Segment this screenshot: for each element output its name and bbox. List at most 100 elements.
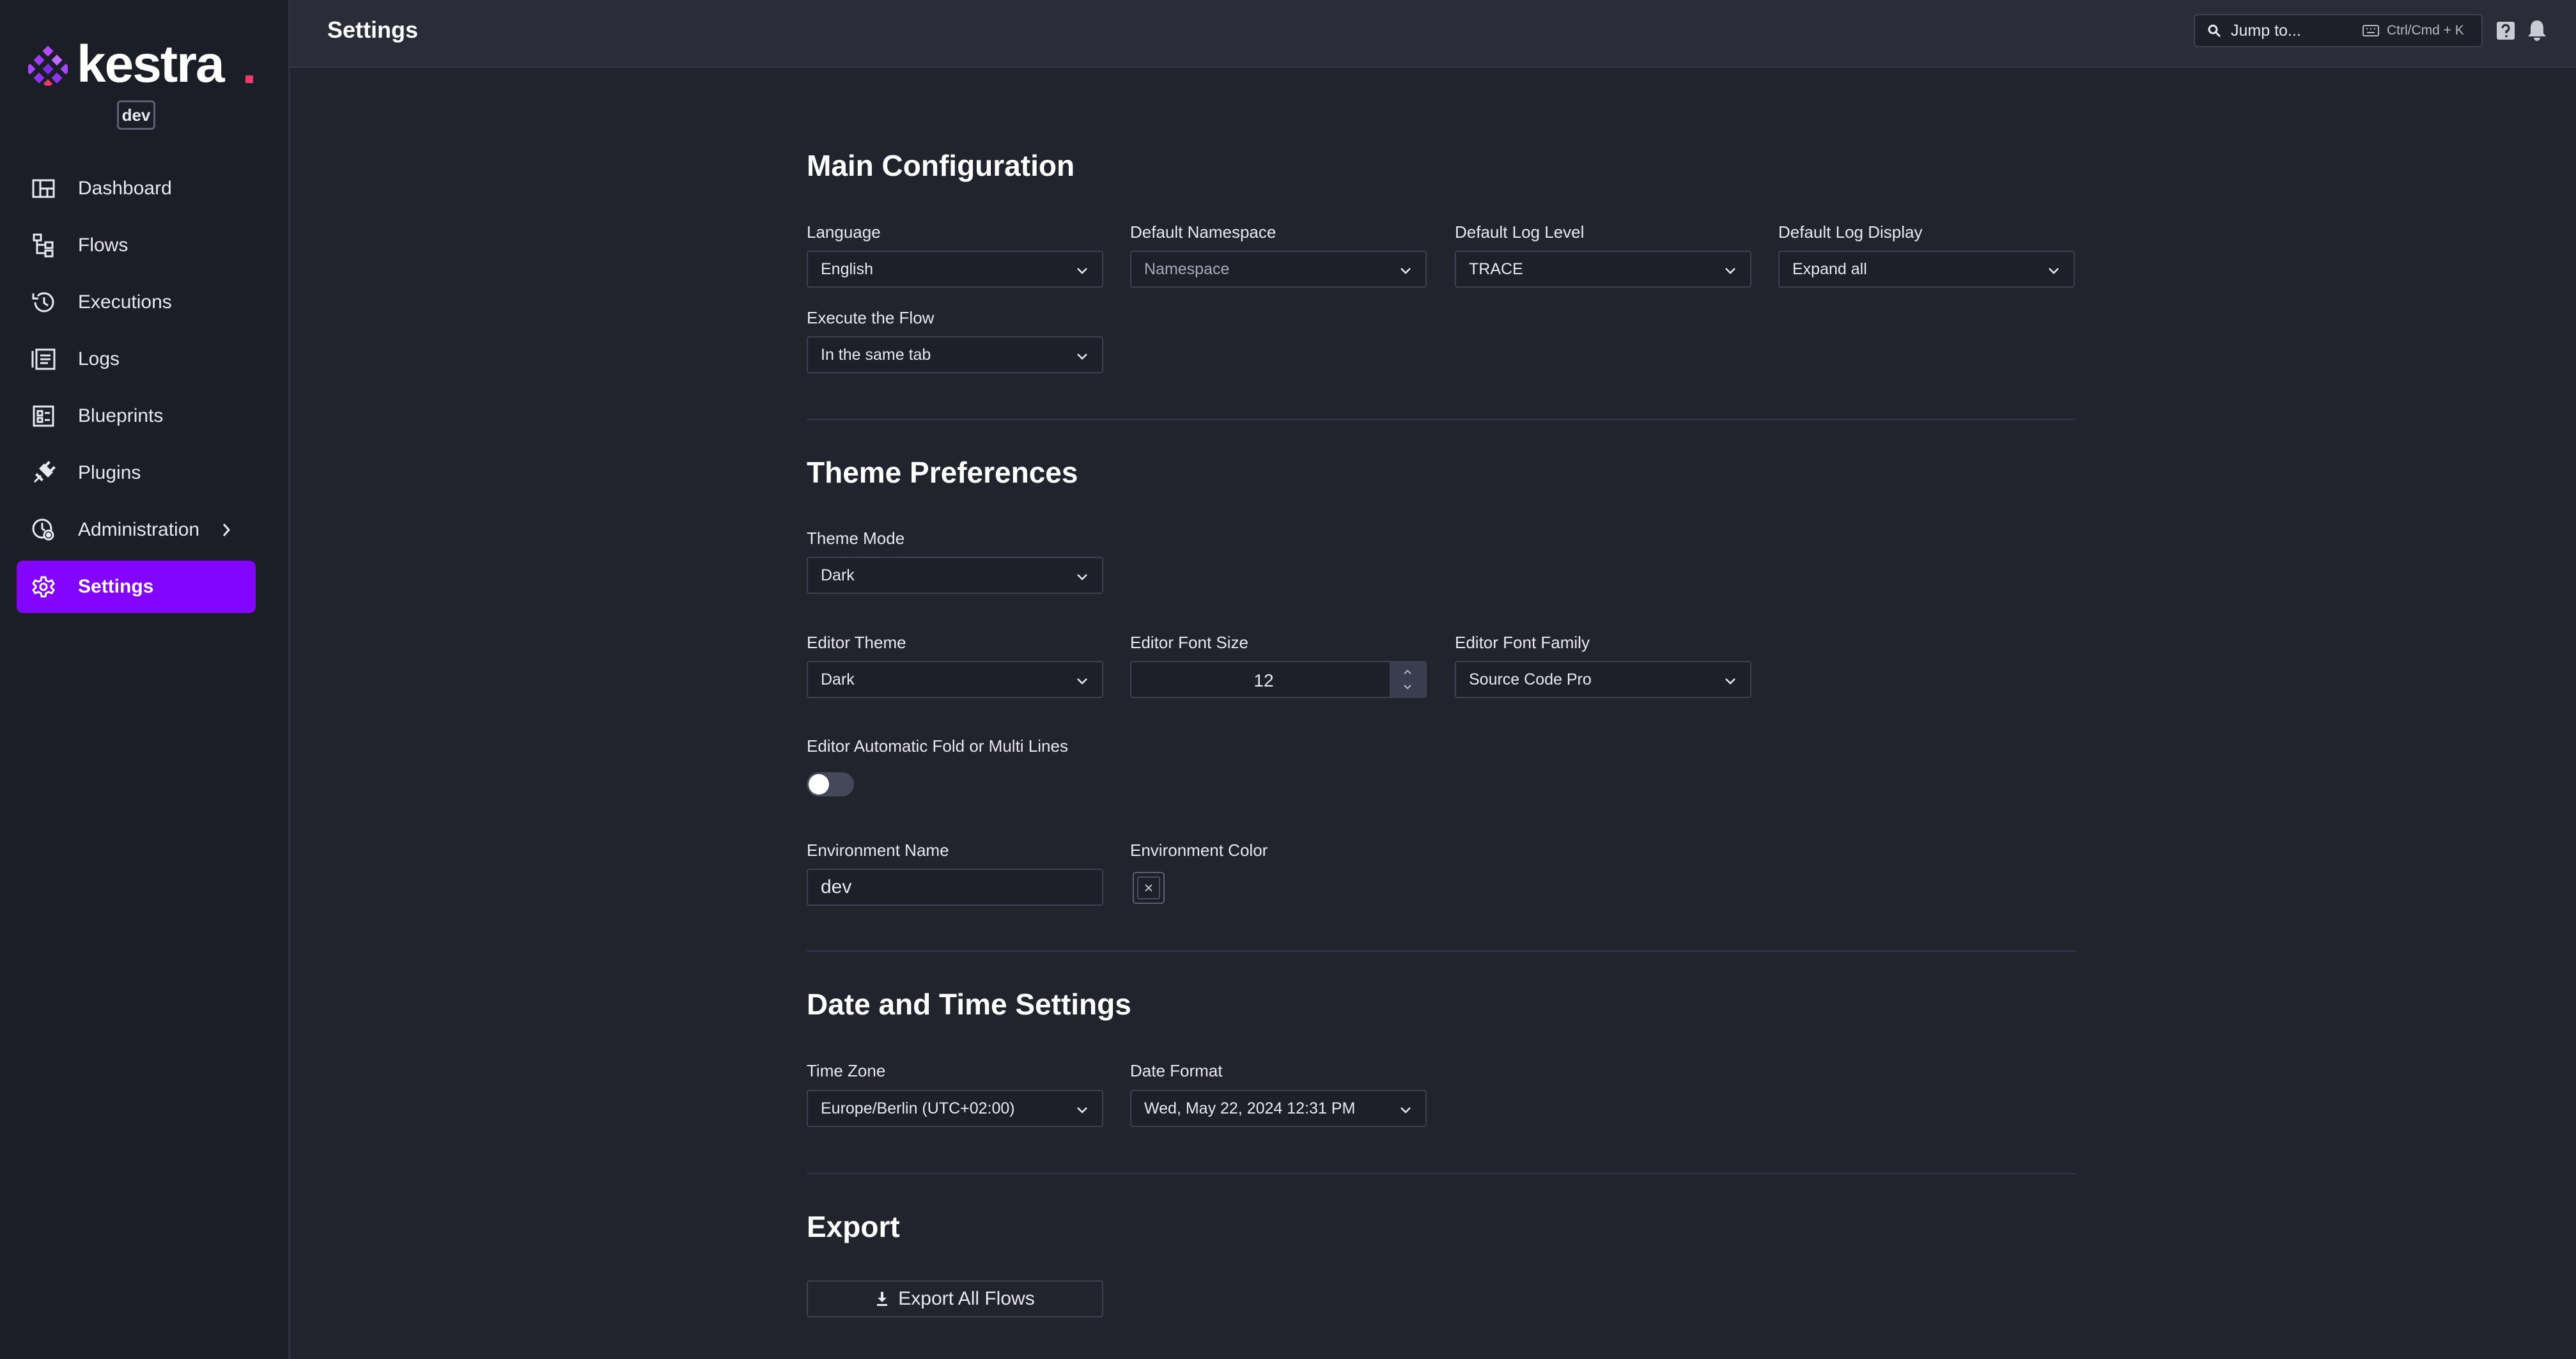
main-configuration-title: Main Configuration bbox=[807, 149, 1075, 182]
environment-color-picker[interactable] bbox=[1133, 872, 1165, 904]
date-format-value: Wed, May 22, 2024 12:31 PM bbox=[1144, 1099, 1356, 1117]
default-namespace-label: Default Namespace bbox=[1130, 222, 1276, 242]
date-format-label: Date Format bbox=[1130, 1061, 1223, 1080]
jump-to-search[interactable]: Jump to... Ctrl/Cmd + K bbox=[2194, 14, 2483, 47]
default-log-level-label: Default Log Level bbox=[1455, 222, 1585, 242]
chevron-up-icon[interactable] bbox=[1401, 667, 1414, 676]
download-icon bbox=[877, 1292, 888, 1306]
default-log-display-value: Expand all bbox=[1792, 260, 1867, 278]
export-title: Export bbox=[807, 1210, 900, 1243]
page-title: Settings bbox=[327, 17, 419, 43]
time-zone-value: Europe/Berlin (UTC+02:00) bbox=[821, 1099, 1015, 1117]
sidebar-item-label: Blueprints bbox=[78, 405, 164, 426]
environment-name-value: dev bbox=[821, 876, 852, 897]
top-bar: Settings Jump to... Ctrl/Cmd + K bbox=[290, 0, 2576, 68]
sidebar-item-plugins[interactable]: Plugins bbox=[17, 447, 256, 499]
logs-icon bbox=[31, 346, 56, 372]
chevron-down-icon bbox=[1077, 268, 1087, 274]
sidebar-item-administration[interactable]: Administration bbox=[17, 504, 256, 556]
editor-font-size-value: 12 bbox=[1253, 671, 1274, 690]
chevron-right-icon bbox=[222, 524, 231, 536]
chevron-down-icon bbox=[1725, 678, 1735, 685]
default-namespace-select[interactable]: Namespace bbox=[1130, 251, 1427, 288]
theme-mode-label: Theme Mode bbox=[807, 529, 905, 548]
toggle-knob bbox=[809, 774, 829, 795]
default-log-level-value: TRACE bbox=[1469, 260, 1523, 278]
language-value: English bbox=[821, 260, 873, 278]
sidebar-item-blueprints[interactable]: Blueprints bbox=[17, 390, 256, 442]
section-divider bbox=[807, 951, 2076, 952]
sidebar-item-flows[interactable]: Flows bbox=[17, 219, 256, 272]
date-format-select[interactable]: Wed, May 22, 2024 12:31 PM bbox=[1130, 1090, 1427, 1127]
jump-to-label: Jump to... bbox=[2231, 21, 2301, 40]
sidebar-item-label: Dashboard bbox=[78, 178, 172, 199]
execute-flow-label: Execute the Flow bbox=[807, 308, 935, 327]
sidebar-item-label: Logs bbox=[78, 348, 120, 369]
sidebar-item-label: Settings bbox=[78, 576, 154, 597]
sidebar-item-label: Plugins bbox=[78, 462, 141, 483]
editor-font-size-label: Editor Font Size bbox=[1130, 633, 1248, 652]
environment-badge: dev bbox=[117, 100, 155, 130]
chevron-down-icon bbox=[1077, 1107, 1087, 1114]
default-log-level-select[interactable]: TRACE bbox=[1455, 251, 1751, 288]
date-time-settings-title: Date and Time Settings bbox=[807, 988, 1131, 1021]
plugins-icon bbox=[31, 460, 56, 486]
chevron-down-icon bbox=[1401, 268, 1411, 274]
export-all-flows-label: Export All Flows bbox=[898, 1288, 1035, 1309]
default-log-display-label: Default Log Display bbox=[1778, 222, 1923, 242]
chevron-down-icon bbox=[2049, 268, 2059, 274]
dashboard-icon bbox=[31, 176, 56, 201]
section-divider bbox=[807, 1173, 2076, 1174]
export-all-flows-button[interactable]: Export All Flows bbox=[807, 1280, 1103, 1317]
editor-theme-select[interactable]: Dark bbox=[807, 661, 1103, 698]
execute-flow-select[interactable]: In the same tab bbox=[807, 336, 1103, 373]
time-zone-select[interactable]: Europe/Berlin (UTC+02:00) bbox=[807, 1090, 1103, 1127]
sidebar-item-label: Flows bbox=[78, 235, 128, 256]
kestra-wordmark: kestra bbox=[77, 35, 225, 93]
sidebar-item-label: Executions bbox=[78, 291, 172, 313]
language-label: Language bbox=[807, 222, 881, 242]
auto-fold-toggle[interactable] bbox=[807, 772, 854, 796]
sidebar-item-executions[interactable]: Executions bbox=[17, 276, 256, 329]
color-swatch-inner bbox=[1137, 876, 1160, 899]
theme-preferences-title: Theme Preferences bbox=[807, 456, 1078, 489]
settings-icon bbox=[31, 574, 56, 600]
auto-fold-label: Editor Automatic Fold or Multi Lines bbox=[807, 736, 1068, 756]
chevron-down-icon[interactable] bbox=[1401, 683, 1414, 692]
default-log-display-select[interactable]: Expand all bbox=[1778, 251, 2075, 288]
sidebar: kestra dev Dashboard Flows Executions Lo… bbox=[0, 0, 290, 1359]
environment-name-label: Environment Name bbox=[807, 841, 949, 860]
close-icon bbox=[1145, 884, 1152, 892]
execute-flow-value: In the same tab bbox=[821, 345, 931, 364]
chevron-down-icon bbox=[1077, 353, 1087, 360]
flows-icon bbox=[31, 233, 56, 258]
section-divider bbox=[807, 419, 2076, 420]
environment-color-label: Environment Color bbox=[1130, 841, 1268, 860]
jump-to-shortcut: Ctrl/Cmd + K bbox=[2387, 23, 2464, 38]
sidebar-item-dashboard[interactable]: Dashboard bbox=[17, 162, 256, 215]
editor-font-family-value: Source Code Pro bbox=[1469, 670, 1592, 688]
logo-dot bbox=[245, 75, 253, 83]
chevron-down-icon bbox=[1401, 1107, 1411, 1114]
kestra-logo[interactable]: kestra bbox=[28, 35, 253, 96]
sidebar-nav: Dashboard Flows Executions Logs Blueprin… bbox=[17, 162, 256, 617]
theme-mode-value: Dark bbox=[821, 566, 855, 584]
language-select[interactable]: English bbox=[807, 251, 1103, 288]
keyboard-icon bbox=[2363, 25, 2379, 36]
blueprints-icon bbox=[31, 403, 56, 429]
editor-font-size-input[interactable]: 12 bbox=[1130, 661, 1427, 698]
kestra-logo-icon bbox=[28, 46, 68, 86]
time-zone-label: Time Zone bbox=[807, 1061, 886, 1080]
bell-icon[interactable] bbox=[2526, 19, 2548, 42]
help-icon[interactable] bbox=[2495, 20, 2516, 41]
default-namespace-placeholder: Namespace bbox=[1144, 260, 1230, 278]
environment-name-input[interactable]: dev bbox=[807, 869, 1103, 906]
editor-font-family-select[interactable]: Source Code Pro bbox=[1455, 661, 1751, 698]
sidebar-item-logs[interactable]: Logs bbox=[17, 333, 256, 385]
sidebar-item-settings[interactable]: Settings bbox=[17, 561, 256, 613]
font-size-stepper[interactable] bbox=[1390, 662, 1425, 697]
administration-icon bbox=[31, 517, 56, 543]
executions-icon bbox=[31, 290, 56, 315]
editor-theme-label: Editor Theme bbox=[807, 633, 906, 652]
theme-mode-select[interactable]: Dark bbox=[807, 557, 1103, 594]
